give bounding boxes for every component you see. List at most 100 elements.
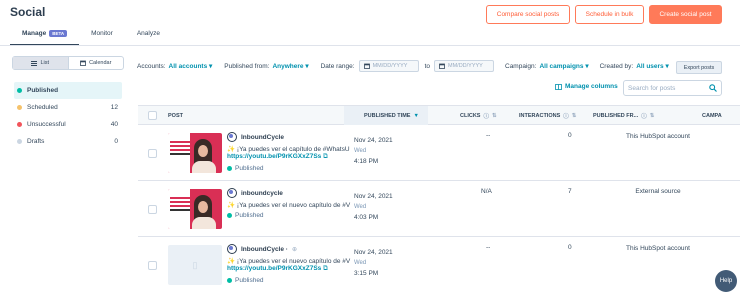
create-social-post-button[interactable]: Create social post xyxy=(649,5,722,24)
status-dot-icon xyxy=(17,105,22,110)
table-row[interactable]: ▯ InboundCycle · ⊕ ✨ ¡Ya puedes ver el n… xyxy=(138,237,740,293)
post-status: Published xyxy=(227,165,264,172)
sidebar-item-unsuccessful[interactable]: Unsuccessful 40 xyxy=(14,116,122,133)
calendar-view-button[interactable]: Calendar xyxy=(69,57,124,69)
manage-columns-label: Manage columns xyxy=(565,83,618,90)
post-link[interactable]: https://youtu.be/P9rKGXxZ7Ss ⧉ xyxy=(227,265,328,273)
column-header-published-from[interactable]: PUBLISHED FR... ⓘ ⇅ xyxy=(593,106,654,125)
row-checkbox[interactable] xyxy=(148,205,157,214)
published-from-header-label: PUBLISHED FR... xyxy=(593,112,639,119)
list-icon xyxy=(31,60,38,66)
sort-icon: ⇅ xyxy=(571,112,577,119)
columns-icon xyxy=(555,83,562,90)
calendar-view-label: Calendar xyxy=(89,60,112,66)
sidebar-item-label: Scheduled xyxy=(27,104,58,111)
sidebar-item-published[interactable]: Published xyxy=(14,82,122,99)
list-view-button[interactable]: List xyxy=(13,57,69,69)
calendar-icon xyxy=(80,60,86,66)
post-thumbnail[interactable]: ▯ xyxy=(168,245,222,285)
help-button[interactable]: Help xyxy=(715,270,737,292)
column-header-published-time[interactable]: PUBLISHED TIME ▼ xyxy=(344,106,428,125)
clicks-value: -- xyxy=(486,132,491,139)
tab-analyze[interactable]: Analyze xyxy=(125,30,172,46)
export-posts-button[interactable]: Export posts xyxy=(676,61,722,74)
tab-manage[interactable]: Manage BETA xyxy=(10,30,80,46)
chevron-down-icon: ▾ xyxy=(585,63,589,70)
column-header-post[interactable]: POST xyxy=(168,106,183,125)
sidebar-item-count: 0 xyxy=(114,138,118,145)
sort-icon: ⇅ xyxy=(492,112,497,119)
row-checkbox[interactable] xyxy=(148,149,157,158)
date-start-placeholder: MM/DD/YYYY xyxy=(372,63,408,69)
search-icon[interactable] xyxy=(709,84,717,92)
table-row[interactable]: inboundcycle ✨ ¡Ya puedes ver el nuevo c… xyxy=(138,181,740,237)
created-by-dropdown[interactable]: All users ▾ xyxy=(636,62,669,70)
manage-columns-button[interactable]: Manage columns xyxy=(555,83,618,90)
published-time-header-label: PUBLISHED TIME xyxy=(364,112,411,119)
published-date: Nov 24, 2021 xyxy=(354,249,393,256)
status-dot-icon xyxy=(227,213,232,218)
interactions-header-label: INTERACTIONS xyxy=(519,112,561,119)
published-date: Nov 24, 2021 xyxy=(354,193,393,200)
list-view-label: List xyxy=(40,60,50,66)
post-thumbnail[interactable] xyxy=(168,133,222,173)
account-name: InboundCycle xyxy=(241,133,284,141)
clicks-value: -- xyxy=(486,244,491,251)
post-thumbnail[interactable] xyxy=(168,189,222,229)
select-all-checkbox[interactable] xyxy=(148,106,157,125)
date-end-placeholder: MM/DD/YYYY xyxy=(448,63,483,69)
sort-desc-icon: ▼ xyxy=(413,112,419,119)
post-status-label: Published xyxy=(235,277,264,284)
chevron-down-icon: ▾ xyxy=(305,63,309,70)
chevron-down-icon: ▾ xyxy=(665,63,669,70)
published-from-dropdown[interactable]: Anywhere ▾ xyxy=(272,62,308,70)
compare-social-posts-button[interactable]: Compare social posts xyxy=(486,5,570,24)
row-checkbox[interactable] xyxy=(148,261,157,270)
account-avatar-icon xyxy=(227,132,237,142)
accounts-filter-label: Accounts: xyxy=(137,62,166,70)
sidebar-item-count: 40 xyxy=(110,121,118,128)
sidebar-item-count: 12 xyxy=(110,104,118,111)
published-time: 3:15 PM xyxy=(354,270,379,277)
status-dot-icon xyxy=(227,278,232,283)
published-weekday: Wed xyxy=(354,260,367,266)
to-label: to xyxy=(424,62,430,70)
campaign-filter-label: Campaign: xyxy=(505,62,537,70)
column-header-clicks[interactable]: CLICKS ⓘ ⇅ xyxy=(460,106,497,125)
status-dot-icon xyxy=(227,166,232,171)
post-status: Published xyxy=(227,212,264,219)
sidebar-item-drafts[interactable]: Drafts 0 xyxy=(14,133,122,150)
sort-icon: ⇅ xyxy=(649,112,655,119)
status-sidebar: Published Scheduled 12 Unsuccessful 40 D… xyxy=(14,82,122,150)
interactions-value: 0 xyxy=(568,244,572,251)
column-header-campaign[interactable]: CAMPA xyxy=(702,106,722,125)
date-end-input[interactable]: MM/DD/YYYY xyxy=(434,60,494,72)
search-placeholder: Search for posts xyxy=(628,84,676,92)
schedule-in-bulk-button[interactable]: Schedule in bulk xyxy=(575,5,644,24)
column-header-interactions[interactable]: INTERACTIONS ⓘ ⇅ xyxy=(519,106,576,125)
published-from-label: Published from: xyxy=(224,62,270,70)
post-account: InboundCycle · ⊕ xyxy=(227,244,297,254)
table-row[interactable]: InboundCycle ✨ ¡Ya puedes ver el capítul… xyxy=(138,125,740,181)
campaign-filter-dropdown[interactable]: All campaigns ▾ xyxy=(539,62,588,70)
globe-icon: ⊕ xyxy=(291,246,297,253)
account-name: InboundCycle · xyxy=(241,245,288,253)
external-link-icon: ⧉ xyxy=(323,153,328,160)
post-link[interactable]: https://youtu.be/P9rKGXxZ7Ss ⧉ xyxy=(227,153,328,161)
account-name: inboundcycle xyxy=(241,189,283,197)
calendar-icon xyxy=(439,63,445,69)
post-status-label: Published xyxy=(235,165,264,172)
date-start-input[interactable]: MM/DD/YYYY xyxy=(358,60,419,72)
chevron-down-icon: ▾ xyxy=(209,63,213,70)
tab-monitor[interactable]: Monitor xyxy=(79,30,125,46)
info-icon: ⓘ xyxy=(641,113,647,120)
search-input[interactable]: Search for posts xyxy=(623,80,722,96)
published-date: Nov 24, 2021 xyxy=(354,137,393,144)
accounts-filter-dropdown[interactable]: All accounts ▾ xyxy=(169,62,213,70)
sidebar-item-scheduled[interactable]: Scheduled 12 xyxy=(14,99,122,116)
post-account: InboundCycle xyxy=(227,132,284,142)
campaign-filter-value: All campaigns xyxy=(539,63,584,70)
post-text-content: ¡Ya puedes ver el nuevo capítulo de #V xyxy=(236,202,351,209)
published-weekday: Wed xyxy=(354,204,367,210)
published-from-value: External source xyxy=(635,188,681,195)
